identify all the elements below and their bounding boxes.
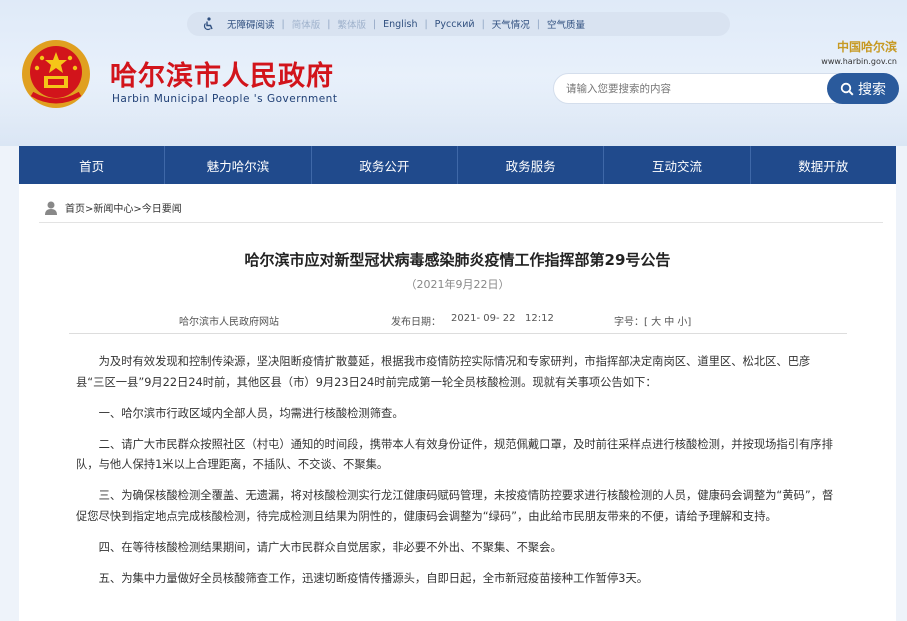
search-icon [840, 82, 854, 96]
air-quality-link[interactable]: 空气质量 [540, 17, 592, 31]
search-bar: 搜索 [553, 73, 899, 104]
article-meta: 哈尔滨市人民政府网站 发布日期： 2021- 09- 22 12:12 字号：[… [69, 302, 847, 334]
article-body: 为及时有效发现和控制传染源，坚决阻断疫情扩散蔓延，根据我市疫情防控实际情况和专家… [76, 352, 836, 600]
top-utility-bar: 无障碍阅读 | 简体版 | 繁体版 | English | Русский | … [187, 12, 730, 36]
article-source: 哈尔滨市人民政府网站 [179, 317, 279, 328]
article-paragraph: 三、为确保核酸检测全覆盖、无遗漏，将对核酸检测实行龙江健康码赋码管理，未按疫情防… [76, 489, 834, 523]
search-input[interactable] [566, 80, 821, 98]
site-header: 无障碍阅读 | 简体版 | 繁体版 | English | Русский | … [0, 0, 907, 146]
accessibility-icon[interactable] [201, 16, 217, 32]
publish-date-value: 2021- 09- 22 12:12 [451, 313, 554, 324]
article-paragraph: 为及时有效发现和控制传染源，坚决阻断疫情扩散蔓延，根据我市疫情防控实际情况和专家… [76, 355, 811, 389]
user-location-icon [45, 201, 57, 215]
nav-government-affairs-disclosure[interactable]: 政务公开 [312, 146, 458, 184]
article-paragraph: 一、哈尔滨市行政区域内全部人员，均需进行核酸检测筛查。 [98, 406, 404, 420]
publish-date-label: 发布日期： [391, 317, 441, 328]
harbin-portal-logo-text: 中国哈尔滨 [836, 40, 897, 54]
nav-interaction[interactable]: 互动交流 [604, 146, 751, 184]
search-button[interactable]: 搜索 [827, 73, 899, 104]
font-size-selector[interactable]: 字号：[ 大 中 小] [614, 313, 691, 328]
article-content-panel: 首页>新闻中心>今日要闻 哈尔滨市应对新型冠状病毒感染肺炎疫情工作指挥部第29号… [19, 184, 896, 621]
article-paragraph: 二、请广大市民群众按照社区（村屯）通知的时间段，携带本人有效身份证件，规范佩戴口… [76, 437, 833, 472]
main-nav: 首页 魅力哈尔滨 政务公开 政务服务 互动交流 数据开放 [19, 146, 896, 184]
nav-charm-harbin[interactable]: 魅力哈尔滨 [165, 146, 312, 184]
accessibility-link[interactable]: 无障碍阅读 [220, 17, 282, 31]
nav-home[interactable]: 首页 [19, 146, 166, 184]
article-title: 哈尔滨市应对新型冠状病毒感染肺炎疫情工作指挥部第29号公告 [244, 251, 671, 269]
article-date: （2021年9月22日） [405, 278, 510, 291]
nav-open-data[interactable]: 数据开放 [751, 146, 896, 184]
russian-link[interactable]: Русский [428, 19, 482, 30]
traditional-chinese-link[interactable]: 繁体版 [330, 17, 373, 31]
simplified-chinese-link[interactable]: 简体版 [285, 17, 328, 31]
weather-link[interactable]: 天气情况 [485, 17, 537, 31]
breadcrumb: 首页>新闻中心>今日要闻 [39, 193, 883, 223]
harbin-portal-logo[interactable]: 中国哈尔滨 www.harbin.gov.cn [807, 38, 897, 66]
english-link[interactable]: English [376, 19, 424, 30]
article-paragraph: 四、在等待核酸检测结果期间，请广大市民群众自觉居家，非必要不外出、不聚集、不聚会… [98, 540, 562, 554]
nav-government-services[interactable]: 政务服务 [458, 146, 605, 184]
site-subtitle: Harbin Municipal People 's Government [112, 93, 338, 105]
breadcrumb-text[interactable]: 首页>新闻中心>今日要闻 [65, 200, 182, 215]
search-button-label: 搜索 [858, 81, 886, 98]
harbin-portal-url: www.harbin.gov.cn [821, 57, 897, 66]
article-paragraph: 五、为集中力量做好全员核酸筛查工作，迅速切断疫情传播源头，自即日起，全市新冠疫苗… [98, 571, 649, 585]
national-emblem-logo[interactable] [20, 38, 92, 110]
site-title[interactable]: 哈尔滨市人民政府 [110, 54, 334, 93]
